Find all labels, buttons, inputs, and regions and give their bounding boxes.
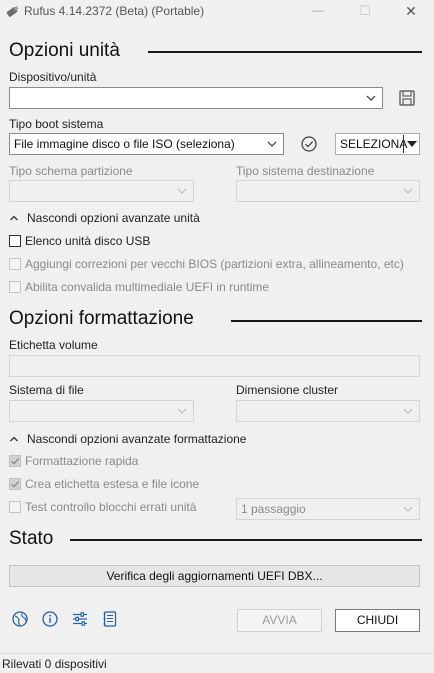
chevron-up-icon	[10, 436, 18, 442]
close-icon: ✕	[405, 2, 417, 19]
dropdown-arrow-icon[interactable]	[406, 139, 418, 149]
bios-fixes-label: Aggiungi correzioni per vecchi BIOS (par…	[25, 257, 404, 271]
status-progress-text: Verifica degli aggiornamenti UEFI DBX...	[106, 569, 323, 583]
filesystem-select[interactable]	[9, 400, 194, 422]
info-icon[interactable]	[41, 610, 59, 628]
extended-label-label: Crea etichetta estesa e file icone	[25, 477, 200, 491]
close-button-label: CHIUDI	[356, 613, 399, 627]
quick-format-option[interactable]: Formattazione rapida	[9, 454, 138, 468]
status-progress-bar: Verifica degli aggiornamenti UEFI DBX...	[9, 565, 420, 587]
maximize-icon: ☐	[359, 3, 371, 18]
bad-blocks-checkbox[interactable]	[9, 501, 21, 513]
uefi-validation-label: Abilita convalida multimediale UEFI in r…	[25, 280, 270, 294]
boot-type-value: File immagine disco o file ISO (selezion…	[14, 137, 235, 151]
uefi-validation-option[interactable]: Abilita convalida multimediale UEFI in r…	[9, 280, 269, 294]
start-button-label: AVVIA	[262, 613, 297, 627]
volume-label-input[interactable]	[9, 355, 420, 377]
format-section-title: Opzioni formattazione	[9, 308, 194, 329]
chevron-down-icon	[403, 188, 413, 194]
chevron-down-icon	[267, 141, 277, 147]
minimize-button[interactable]: —	[295, 0, 341, 22]
chevron-down-icon	[403, 506, 413, 512]
start-button[interactable]: AVVIA	[237, 609, 322, 632]
format-section-divider	[231, 320, 422, 322]
usb-drives-label: Elenco unità disco USB	[25, 234, 151, 248]
quick-format-label: Formattazione rapida	[25, 454, 139, 468]
format-advanced-toggle[interactable]: Nascondi opzioni avanzate formattazione	[9, 432, 246, 446]
settings-sliders-icon[interactable]	[71, 610, 89, 628]
close-window-button[interactable]: ✕	[388, 0, 434, 22]
chevron-up-icon	[10, 215, 18, 221]
bad-blocks-option[interactable]: Test controllo blocchi errati unità	[9, 500, 196, 514]
partition-scheme-select[interactable]	[9, 180, 194, 202]
partition-scheme-label: Tipo schema partizione	[9, 164, 133, 178]
check-circle-icon[interactable]	[300, 135, 318, 153]
passes-select[interactable]: 1 passaggio	[236, 498, 420, 520]
cluster-size-label: Dimensione cluster	[236, 383, 339, 397]
target-system-label: Tipo sistema destinazione	[236, 164, 375, 178]
target-system-select[interactable]	[236, 180, 420, 202]
volume-label-label: Etichetta volume	[9, 338, 98, 352]
status-section-divider	[70, 539, 422, 541]
usb-drives-checkbox[interactable]	[9, 235, 21, 247]
drive-section-divider	[148, 51, 422, 53]
status-section-title: Stato	[9, 528, 54, 549]
extended-label-checkbox[interactable]	[9, 478, 21, 490]
passes-value: 1 passaggio	[241, 502, 306, 516]
rufus-drive-icon	[6, 6, 19, 17]
save-icon[interactable]	[398, 89, 416, 107]
bad-blocks-label: Test controllo blocchi errati unità	[25, 500, 197, 514]
window-title: Rufus 4.14.2372 (Beta) (Portable)	[24, 4, 205, 18]
drive-section-title: Opzioni unità	[9, 40, 120, 61]
drive-advanced-toggle[interactable]: Nascondi opzioni avanzate unità	[9, 211, 200, 225]
split-button-divider	[403, 135, 404, 153]
log-icon[interactable]	[101, 610, 119, 628]
uefi-validation-checkbox[interactable]	[9, 281, 21, 293]
quick-format-checkbox[interactable]	[9, 455, 21, 467]
chevron-down-icon	[177, 408, 187, 414]
usb-drives-option[interactable]: Elenco unità disco USB	[9, 234, 150, 248]
minimize-icon: —	[312, 5, 324, 17]
boot-type-select[interactable]: File immagine disco o file ISO (selezion…	[9, 133, 284, 155]
chevron-down-icon	[177, 188, 187, 194]
select-button-label: SELEZIONA	[340, 137, 408, 151]
format-advanced-toggle-label: Nascondi opzioni avanzate formattazione	[27, 432, 247, 446]
bios-fixes-option[interactable]: Aggiungi correzioni per vecchi BIOS (par…	[9, 257, 404, 271]
extended-label-option[interactable]: Crea etichetta estesa e file icone	[9, 477, 199, 491]
status-bar-text: Rilevati 0 dispositivi	[2, 657, 107, 671]
close-button[interactable]: CHIUDI	[335, 609, 420, 632]
filesystem-label: Sistema di file	[9, 383, 84, 397]
bios-fixes-checkbox[interactable]	[9, 258, 21, 270]
chevron-down-icon	[366, 95, 376, 101]
device-select[interactable]	[9, 87, 383, 109]
device-label: Dispositivo/unità	[9, 70, 97, 84]
cluster-size-select[interactable]	[236, 400, 420, 422]
drive-advanced-toggle-label: Nascondi opzioni avanzate unità	[27, 211, 200, 225]
globe-icon[interactable]	[11, 610, 29, 628]
boot-type-label: Tipo boot sistema	[9, 117, 104, 131]
chevron-down-icon	[403, 408, 413, 414]
maximize-button[interactable]: ☐	[342, 0, 388, 22]
